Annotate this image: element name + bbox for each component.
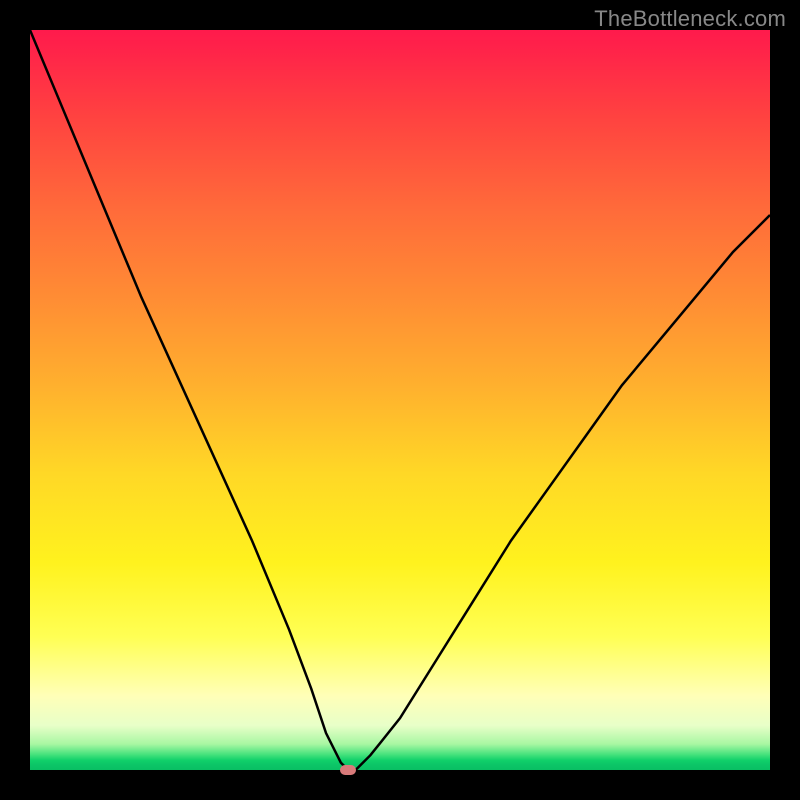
bottleneck-curve xyxy=(30,30,770,770)
chart-frame: TheBottleneck.com xyxy=(0,0,800,800)
plot-area xyxy=(30,30,770,770)
watermark-text: TheBottleneck.com xyxy=(594,6,786,32)
optimal-marker xyxy=(340,765,356,775)
